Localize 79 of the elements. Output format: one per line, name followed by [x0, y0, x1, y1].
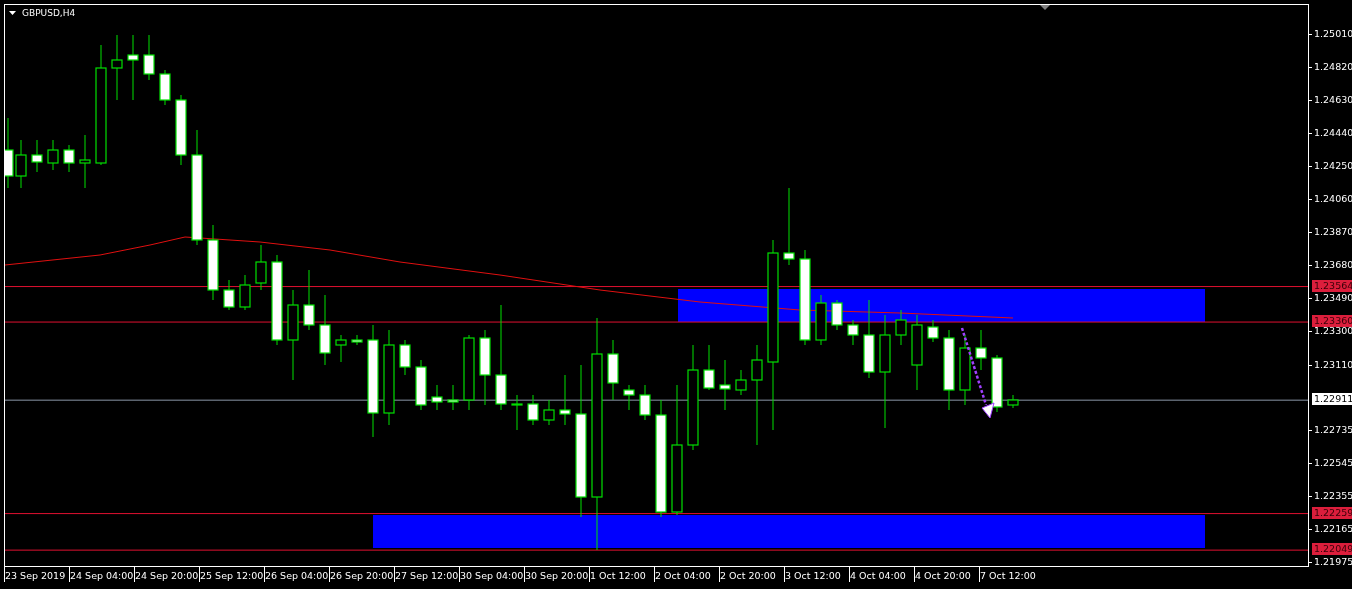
- time-axis-label: 26 Sep 04:00: [265, 570, 329, 581]
- candlestick: [335, 334, 347, 363]
- candlestick: [959, 334, 971, 406]
- price-axis-label: 1.22545: [1313, 456, 1352, 469]
- candlestick: [815, 294, 827, 346]
- price-axis-label: 1.25010: [1313, 28, 1352, 40]
- candlestick: [351, 334, 363, 346]
- candlestick: [319, 294, 331, 366]
- price-axis-label: 1.21975: [1313, 556, 1352, 568]
- candlestick: [431, 384, 443, 411]
- candlestick: [159, 69, 171, 106]
- candlestick: [511, 394, 523, 431]
- candlestick: [991, 354, 1003, 413]
- candlestick: [31, 139, 43, 173]
- candlestick: [255, 244, 267, 291]
- candlestick: [127, 34, 139, 101]
- time-axis-label: 25 Sep 12:00: [200, 570, 264, 581]
- candlestick: [719, 359, 731, 411]
- price-axis-label: 1.23680: [1313, 259, 1352, 272]
- time-axis-label: 27 Sep 12:00: [395, 570, 459, 581]
- time-axis-label: 7 Oct 12:00: [980, 570, 1036, 581]
- candlestick: [975, 329, 987, 371]
- candlestick: [175, 94, 187, 166]
- candlestick: [527, 394, 539, 426]
- price-axis-label: 1.24630: [1313, 94, 1352, 107]
- candlestick: [735, 369, 747, 396]
- price-axis-label: 1.22165: [1313, 522, 1352, 535]
- candlestick: [895, 309, 907, 346]
- candlestick: [639, 384, 651, 421]
- candlestick: [847, 319, 859, 346]
- candlestick: [559, 374, 571, 426]
- current-price-label: 1.22911: [1312, 393, 1352, 406]
- candlestick: [303, 269, 315, 331]
- candlestick: [47, 139, 59, 171]
- time-axis-label: 30 Sep 20:00: [525, 570, 589, 581]
- candlestick: [623, 384, 635, 411]
- time-axis-label: 23 Sep 2019: [5, 570, 66, 581]
- time-axis-label: 2 Oct 04:00: [655, 570, 711, 581]
- candlestick: [831, 299, 843, 331]
- candlestick: [607, 339, 619, 401]
- candlestick: [111, 34, 123, 101]
- time-axis-label: 24 Sep 20:00: [135, 570, 199, 581]
- time-axis-label: 2 Oct 20:00: [720, 570, 776, 581]
- candlestick: [703, 344, 715, 391]
- candlestick: [143, 34, 155, 81]
- candlestick: [79, 134, 91, 189]
- time-axis-label: 26 Sep 20:00: [330, 570, 394, 581]
- candlestick: [63, 144, 75, 173]
- price-axis-label: 1.24060: [1313, 193, 1352, 206]
- candlestick: [415, 359, 427, 411]
- price-level-label: 1.23564: [1312, 279, 1352, 292]
- price-axis-label: 1.23300: [1313, 325, 1352, 338]
- price-level-label: 1.22049: [1312, 543, 1352, 556]
- candlestick: [1007, 394, 1019, 409]
- price-axis-label: 1.24250: [1313, 160, 1352, 173]
- candlestick: [447, 384, 459, 411]
- price-axis-label: 1.22355: [1313, 489, 1352, 502]
- price-level-label: 1.23360: [1312, 315, 1352, 328]
- candlestick: [927, 319, 939, 343]
- price-axis-label: 1.23490: [1313, 292, 1352, 305]
- time-axis-label: 1 Oct 12:00: [590, 570, 646, 581]
- price-axis-label: 1.23110: [1313, 358, 1352, 371]
- dropdown-caret-icon[interactable]: [9, 11, 16, 15]
- price-axis-label: 1.24440: [1313, 127, 1352, 140]
- time-axis-label: 4 Oct 20:00: [915, 570, 971, 581]
- time-axis-label: 4 Oct 04:00: [850, 570, 906, 581]
- time-axis-label: 3 Oct 12:00: [785, 570, 841, 581]
- price-axis-label: 1.22735: [1313, 423, 1352, 436]
- candlestick: [223, 279, 235, 311]
- candlestick: [543, 399, 555, 426]
- time-axis-label: 30 Sep 04:00: [460, 570, 524, 581]
- time-axis-label: 24 Sep 04:00: [70, 570, 134, 581]
- price-axis-label: 1.24820: [1313, 61, 1352, 74]
- candlestick: [239, 274, 251, 311]
- chart-symbol-title: GBPUSD,H4: [22, 8, 76, 18]
- price-level-label: 1.22259: [1312, 506, 1352, 519]
- candlestick: [399, 339, 411, 376]
- scroll-marker-icon[interactable]: [1040, 5, 1050, 10]
- price-axis-label: 1.23870: [1313, 226, 1352, 239]
